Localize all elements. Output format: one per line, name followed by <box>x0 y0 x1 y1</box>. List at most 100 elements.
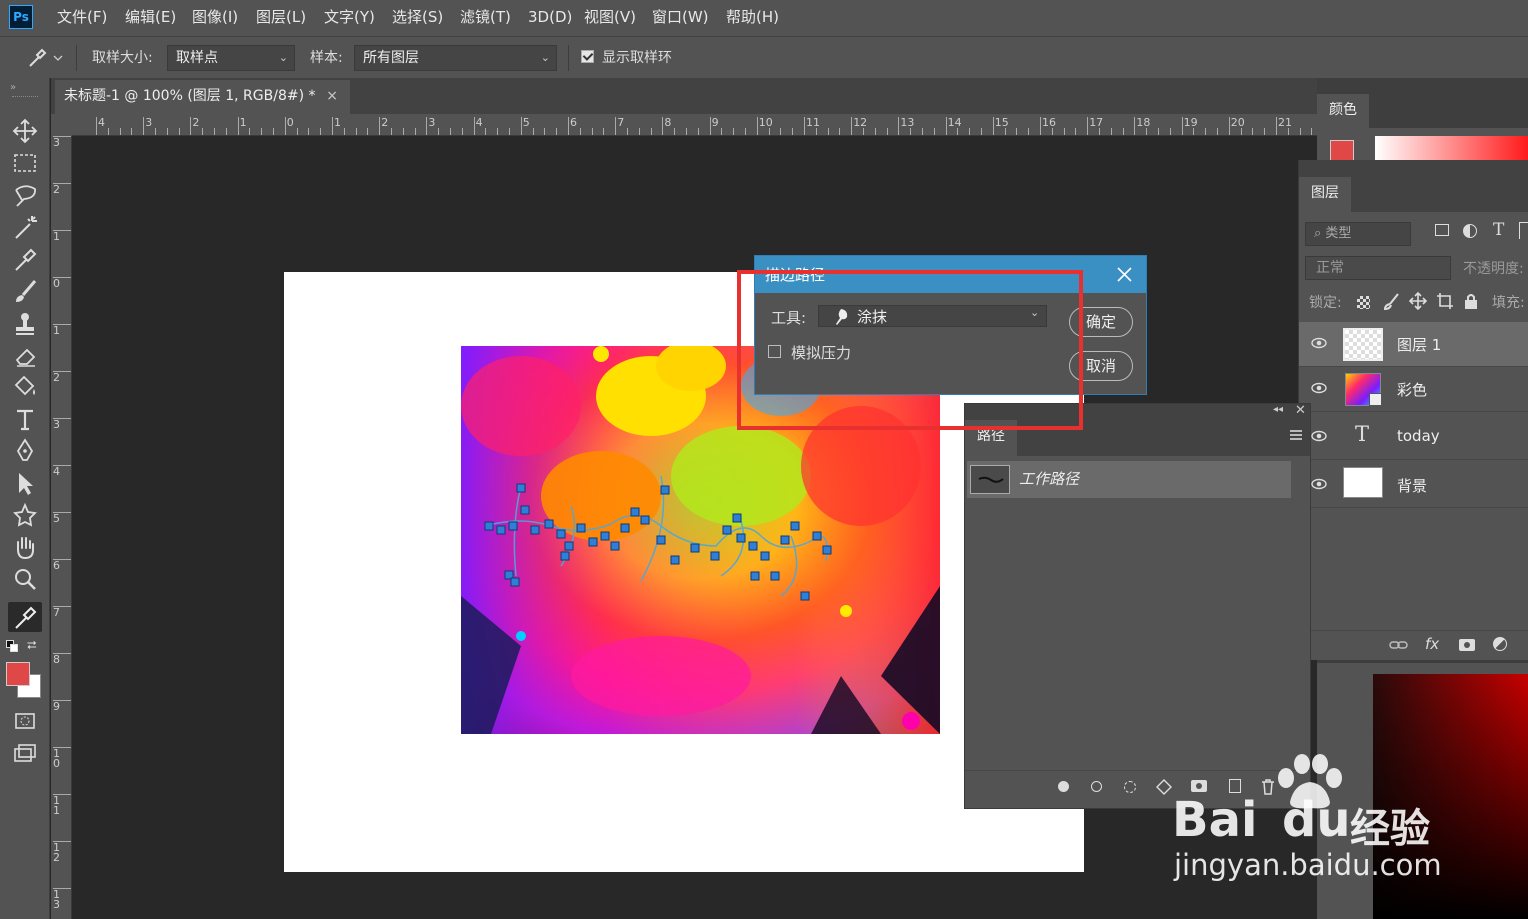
layer-row[interactable]: 彩色 <box>1299 367 1528 412</box>
lock-all-icon[interactable] <box>1463 292 1479 310</box>
tab-layers[interactable]: 图层 <box>1299 177 1351 212</box>
type-tool[interactable] <box>8 404 42 434</box>
ruler-tick <box>686 128 687 135</box>
menu-view[interactable]: 视图(V) <box>584 0 636 36</box>
eyedropper-tool[interactable] <box>8 244 42 274</box>
pen-tool[interactable] <box>8 436 42 466</box>
menu-file[interactable]: 文件(F) <box>57 0 107 36</box>
lock-pixels-icon[interactable] <box>1383 292 1401 310</box>
ruler-tick <box>1016 128 1018 135</box>
fx-icon[interactable]: fx <box>1425 635 1439 653</box>
marquee-tool[interactable] <box>8 148 42 178</box>
path-select-icon <box>19 473 33 495</box>
ruler-origin[interactable] <box>51 114 72 136</box>
layer-row[interactable]: T today <box>1299 412 1528 460</box>
path-row[interactable]: 工作路径 <box>967 461 1291 498</box>
ruler-tick <box>53 747 71 748</box>
color-ramp[interactable] <box>1375 136 1528 160</box>
eye-icon[interactable] <box>1311 335 1327 351</box>
ruler-label: 4 <box>53 465 60 478</box>
clone-stamp-tool[interactable] <box>8 308 42 338</box>
ruler-tick <box>1299 128 1301 135</box>
ruler-tick <box>107 128 109 135</box>
ruler-tick <box>53 888 71 889</box>
ruler-tick <box>627 128 628 135</box>
ruler-label: 7 <box>617 116 625 129</box>
tool-preset-picker[interactable] <box>24 45 64 71</box>
ruler-tick <box>981 128 982 135</box>
close-tab-icon[interactable]: × <box>326 80 338 112</box>
move-tool[interactable] <box>8 116 42 146</box>
close-panel-icon[interactable]: ✕ <box>1295 403 1306 418</box>
default-colors-icon[interactable] <box>6 640 18 652</box>
add-mask-icon[interactable] <box>1459 639 1475 651</box>
sample-size-select[interactable]: 取样点 ⌄ <box>167 45 295 71</box>
ruler-label: 1 <box>53 230 60 243</box>
stroke-path-icon[interactable] <box>1091 781 1102 792</box>
vertical-ruler[interactable]: 321012345678910111213 <box>51 136 72 919</box>
ruler-label: 12 <box>853 116 868 129</box>
lock-transparent-icon[interactable] <box>1357 296 1370 309</box>
eye-icon[interactable] <box>1311 428 1327 444</box>
menu-edit[interactable]: 编辑(E) <box>125 0 176 36</box>
horizontal-ruler[interactable]: 4 3 2 1 0 1 2 3 4 5 6 7 8 9 10 11 12 13 14 15 16 17 18 19 20 21 <box>72 114 1317 136</box>
image-filter-icon[interactable] <box>1435 224 1449 236</box>
ruler-tick <box>414 128 416 135</box>
path-selection-tool[interactable] <box>8 468 42 498</box>
ruler-label: 3 <box>53 418 60 431</box>
layer-filter-placeholder: 类型 <box>1325 226 1352 241</box>
eraser-tool[interactable] <box>8 340 42 370</box>
search-icon: ⌕ <box>1314 226 1326 241</box>
shape-filter-icon[interactable] <box>1519 222 1528 239</box>
menu-type[interactable]: 文字(Y) <box>324 0 375 36</box>
type-filter-icon[interactable]: T <box>1493 220 1504 240</box>
fill-path-icon[interactable] <box>1058 781 1069 792</box>
ruler-tick <box>945 117 947 135</box>
lasso-tool[interactable] <box>8 180 42 210</box>
menu-3d[interactable]: 3D(D) <box>528 0 572 36</box>
show-ring-checkbox[interactable] <box>581 50 594 63</box>
paint-bucket-tool[interactable] <box>8 372 42 402</box>
layer-row[interactable]: 背景 <box>1299 460 1528 508</box>
blend-mode-select[interactable]: 正常 <box>1305 256 1451 280</box>
ruler-label: 10 <box>53 747 60 770</box>
photoshop-logo[interactable]: Ps <box>9 5 33 29</box>
color-sampler-tool-active[interactable] <box>8 602 42 632</box>
magic-wand-tool[interactable] <box>8 212 42 242</box>
collapse-panel-icon[interactable]: ◂◂ <box>1273 404 1283 415</box>
swap-colors-icon[interactable]: ⮂ <box>27 638 37 653</box>
foreground-color-swatch[interactable] <box>6 662 30 686</box>
eye-icon[interactable] <box>1311 380 1327 396</box>
quick-mask-button[interactable] <box>8 706 42 736</box>
adjustment-layer-icon[interactable] <box>1493 637 1507 651</box>
menu-select[interactable]: 选择(S) <box>392 0 443 36</box>
grip[interactable] <box>12 96 38 101</box>
load-selection-icon[interactable] <box>1124 781 1136 793</box>
ruler-tick <box>544 128 546 135</box>
adjustment-filter-icon[interactable] <box>1463 224 1477 238</box>
menu-window[interactable]: 窗口(W) <box>652 0 709 36</box>
menu-layer[interactable]: 图层(L) <box>256 0 306 36</box>
ruler-tick <box>53 230 71 231</box>
lock-artboard-icon[interactable] <box>1436 292 1454 310</box>
menu-image[interactable]: 图像(I) <box>192 0 238 36</box>
link-layers-icon[interactable] <box>1389 637 1409 653</box>
layer-row[interactable]: 图层 1 <box>1299 322 1528 367</box>
zoom-tool[interactable] <box>8 564 42 594</box>
tab-color[interactable]: 颜色 <box>1317 94 1369 128</box>
menu-help[interactable]: 帮助(H) <box>726 0 779 36</box>
panel-menu-icon[interactable] <box>1290 430 1302 440</box>
collapse-icon[interactable]: » <box>10 82 16 93</box>
brush-tool[interactable] <box>8 276 42 306</box>
custom-shape-tool[interactable] <box>8 500 42 530</box>
eye-icon[interactable] <box>1311 476 1327 492</box>
document-tab[interactable]: 未标题-1 @ 100% (图层 1, RGB/8#) * × <box>55 80 350 114</box>
menu-filter[interactable]: 滤镜(T) <box>460 0 511 36</box>
screen-mode-button[interactable] <box>8 738 42 768</box>
hand-tool[interactable] <box>8 532 42 562</box>
lock-position-icon[interactable] <box>1409 292 1427 310</box>
sample-select[interactable]: 所有图层 ⌄ <box>354 45 557 71</box>
ruler-tick <box>1169 128 1171 135</box>
close-icon[interactable] <box>1117 267 1132 282</box>
layer-filter-select[interactable]: ⌕ 类型 <box>1305 222 1411 246</box>
